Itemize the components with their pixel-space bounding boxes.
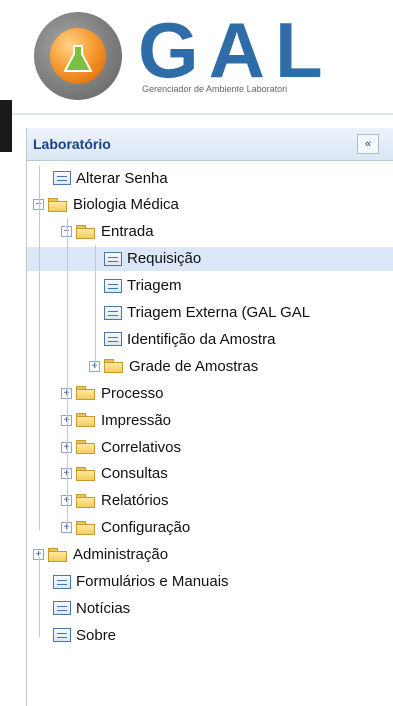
tree-item-label: Biologia Médica bbox=[73, 196, 179, 214]
folder-icon bbox=[76, 413, 96, 428]
tree-line bbox=[95, 244, 96, 369]
folder-icon bbox=[76, 386, 96, 401]
tree-item-label: Identifição da Amostra bbox=[127, 330, 276, 348]
tree-item[interactable]: Alterar Senha bbox=[33, 166, 168, 190]
tree-item-label: Formulários e Manuais bbox=[76, 573, 229, 590]
tree-item-label: Relatórios bbox=[101, 492, 169, 510]
tree-item[interactable]: +Configuração bbox=[61, 516, 190, 540]
tree-item-label: Alterar Senha bbox=[76, 169, 168, 187]
page-icon bbox=[104, 278, 122, 293]
folder-icon bbox=[76, 520, 96, 535]
page-icon bbox=[53, 574, 71, 589]
logo-subtitle: Gerenciador de Ambiente Laboratori bbox=[142, 84, 288, 94]
tree-item[interactable]: +Impressão bbox=[61, 408, 171, 432]
tree-item[interactable]: +Grade de Amostras bbox=[89, 354, 258, 378]
tree-line bbox=[67, 217, 68, 530]
tree-item[interactable]: Triagem Externa (GAL GAL bbox=[89, 301, 310, 325]
tree-item-label: Requisição bbox=[127, 250, 202, 268]
tree-item-label: Entrada bbox=[101, 223, 154, 241]
page-icon bbox=[104, 305, 122, 320]
tree-item[interactable]: Triagem bbox=[89, 274, 181, 298]
tree-line bbox=[39, 166, 40, 530]
tree-item-label: Impressão bbox=[101, 411, 172, 429]
tree-item[interactable]: + Administração bbox=[33, 543, 168, 567]
tree-item[interactable]: Identifição da Amostra bbox=[89, 327, 275, 351]
tree-item[interactable]: +Consultas bbox=[61, 462, 168, 486]
tree-item-label: Processo bbox=[101, 384, 164, 402]
folder-icon bbox=[76, 493, 96, 508]
tree-item-label: Triagem Externa (GAL GAL bbox=[127, 304, 311, 321]
tree-item[interactable]: Requisição bbox=[27, 246, 393, 271]
folder-icon bbox=[76, 440, 96, 454]
tree-item-label: Configuração bbox=[101, 519, 191, 537]
collapse-panel-button[interactable]: « bbox=[357, 134, 379, 154]
tree-item[interactable]: +Relatórios bbox=[61, 489, 169, 513]
folder-icon bbox=[76, 224, 96, 239]
tree-item[interactable]: +Correlativos bbox=[61, 435, 181, 459]
tree-item[interactable]: +Processo bbox=[61, 381, 164, 405]
page-icon bbox=[104, 251, 122, 266]
tree-item-label: Grade de Amostras bbox=[129, 357, 259, 375]
tree-item[interactable]: Notícias bbox=[33, 596, 130, 620]
tree-item-label: Triagem bbox=[127, 277, 182, 295]
page-icon bbox=[53, 628, 71, 643]
panel-header: Laboratório « bbox=[27, 128, 393, 161]
folder-icon bbox=[76, 466, 96, 481]
tree-item[interactable]: Formulários e Manuais bbox=[33, 570, 229, 594]
page-icon bbox=[53, 171, 71, 185]
tree-item-label: Administração bbox=[73, 546, 169, 564]
folder-icon bbox=[48, 547, 68, 562]
panel-title: Laboratório bbox=[33, 136, 111, 152]
tree-line bbox=[39, 556, 40, 638]
page-icon bbox=[53, 601, 71, 616]
tree-item-label: Correlativos bbox=[101, 438, 182, 456]
page-icon bbox=[104, 332, 122, 347]
app-header: GAL Gerenciador de Ambiente Laboratori bbox=[0, 0, 393, 115]
tree-item-label: Consultas bbox=[101, 465, 168, 483]
logo-text: GAL bbox=[138, 6, 333, 94]
tree-item-label: Sobre bbox=[76, 626, 117, 644]
tree-item[interactable]: −Biologia Médica bbox=[33, 193, 179, 217]
flask-icon bbox=[63, 45, 93, 72]
tree-item[interactable]: −Entrada bbox=[61, 220, 154, 244]
header-divider bbox=[0, 113, 393, 115]
folder-icon bbox=[48, 197, 68, 212]
tree-item-label: Notícias bbox=[76, 599, 131, 617]
navigation-panel: Laboratório « Alterar Senha −Biologia Méd… bbox=[26, 128, 393, 706]
folder-icon bbox=[104, 359, 124, 374]
tree-item[interactable]: Sobre bbox=[33, 623, 116, 647]
splitter-handle[interactable] bbox=[0, 100, 12, 152]
